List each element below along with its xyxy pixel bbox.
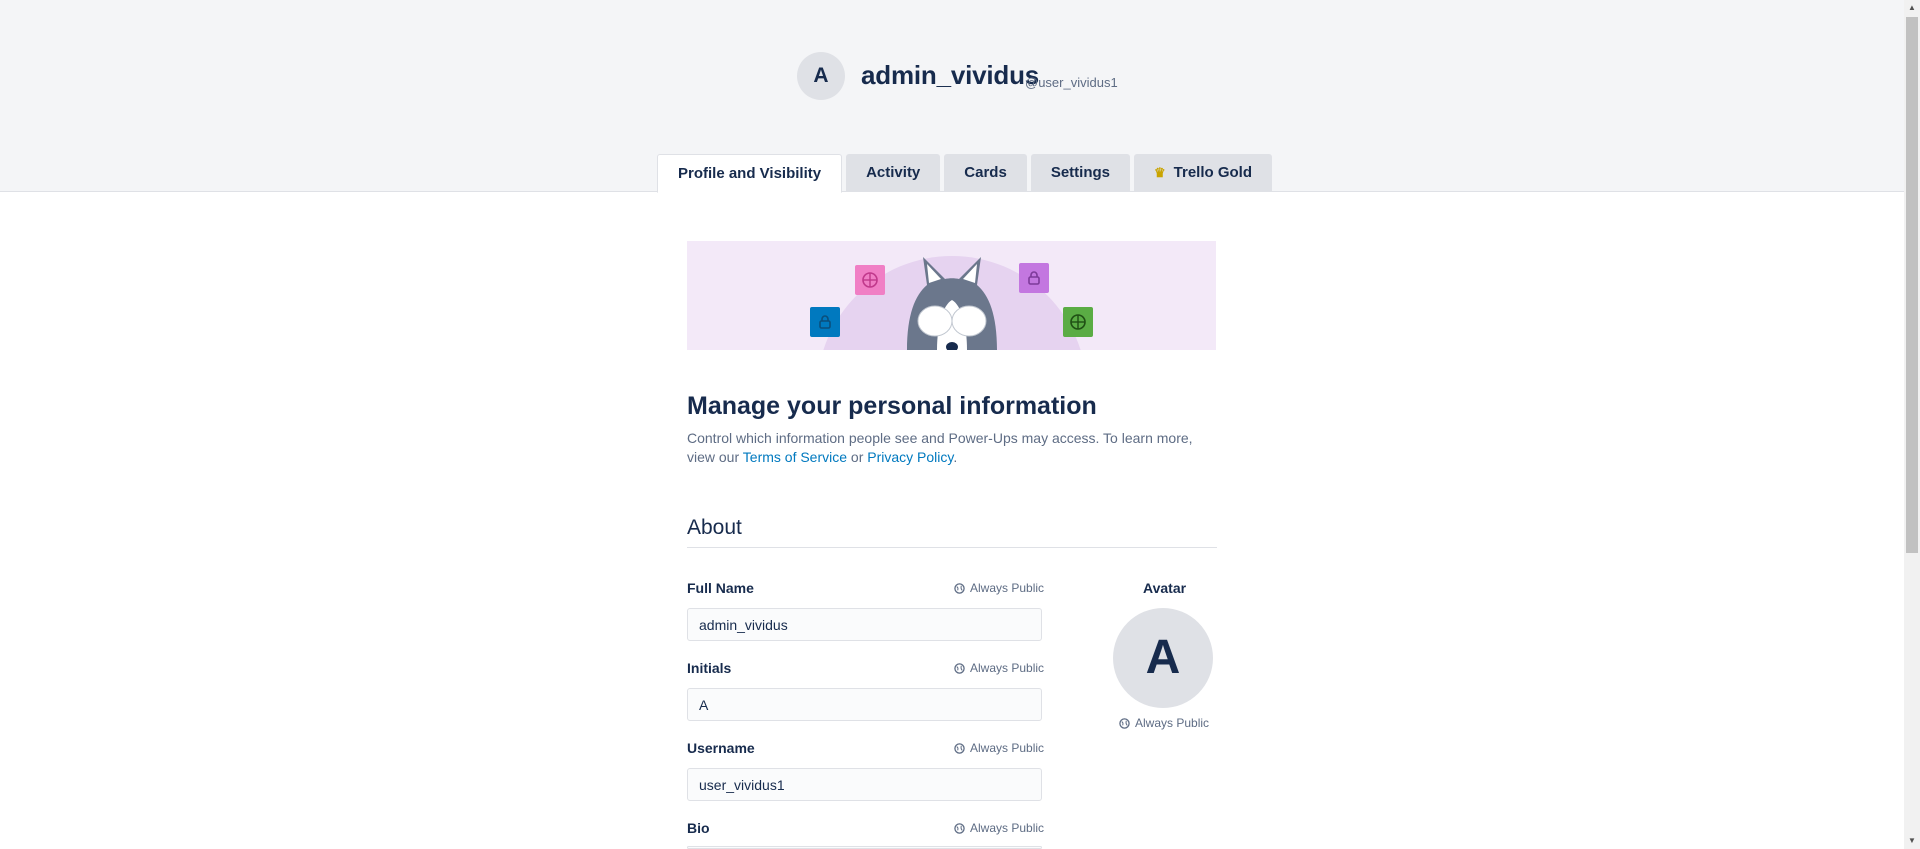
initials-visibility: Always Public: [954, 661, 1044, 675]
tab-activity[interactable]: Activity: [846, 154, 941, 191]
lock-badge-blue-icon: [810, 307, 840, 337]
username-label: Username: [687, 740, 755, 756]
initials-input[interactable]: [687, 688, 1042, 721]
always-public-text: Always Public: [1135, 716, 1210, 730]
bio-label: Bio: [687, 820, 710, 836]
tab-profile-and-visibility[interactable]: Profile and Visibility: [657, 154, 843, 193]
globe-badge-pink-icon: [855, 265, 885, 295]
profile-header: A admin_vividus @user_vividus1 Profile a…: [0, 0, 1904, 193]
header-username: @user_vividus1: [1025, 75, 1118, 90]
avatar-visibility: Always Public: [1119, 716, 1209, 730]
terms-of-service-link[interactable]: Terms of Service: [743, 449, 847, 465]
tab-trello-gold-label: Trello Gold: [1173, 164, 1252, 181]
tab-trello-gold[interactable]: ♛ Trello Gold: [1134, 154, 1272, 191]
username-visibility: Always Public: [954, 741, 1044, 755]
tab-settings[interactable]: Settings: [1030, 154, 1130, 191]
avatar-label: Avatar: [1143, 580, 1187, 596]
globe-badge-green-icon: [1063, 307, 1093, 337]
globe-icon: [954, 822, 965, 834]
tab-cards[interactable]: Cards: [944, 154, 1027, 191]
about-section-title: About: [687, 516, 742, 539]
full-name-label: Full Name: [687, 580, 754, 596]
full-name-visibility: Always Public: [954, 581, 1044, 595]
description-period: .: [953, 449, 958, 465]
globe-icon: [954, 742, 965, 754]
privacy-banner-illustration: [687, 241, 1216, 350]
globe-icon: [954, 662, 965, 674]
username-input[interactable]: [687, 768, 1042, 801]
initials-label: Initials: [687, 660, 732, 676]
profile-tabs: Profile and Visibility Activity Cards Se…: [657, 154, 1276, 193]
lock-badge-purple-icon: [1019, 263, 1049, 293]
scrollbar-thumb[interactable]: [1906, 17, 1918, 553]
always-public-text: Always Public: [970, 821, 1045, 835]
scroll-down-arrow-icon[interactable]: ▼: [1904, 833, 1920, 849]
header-avatar: A: [797, 52, 845, 100]
globe-icon: [1119, 717, 1130, 729]
about-divider: [687, 547, 1217, 548]
page-title: Manage your personal information: [687, 392, 1097, 420]
globe-icon: [954, 582, 965, 594]
husky-mascot-icon: [907, 257, 997, 350]
always-public-text: Always Public: [970, 661, 1045, 675]
always-public-text: Always Public: [970, 581, 1045, 595]
avatar[interactable]: A: [1113, 608, 1213, 708]
crown-icon: ♛: [1154, 165, 1166, 180]
bio-visibility: Always Public: [954, 821, 1044, 835]
page-description: Control which information people see and…: [687, 429, 1222, 467]
scroll-up-arrow-icon[interactable]: ▲: [1904, 0, 1920, 16]
always-public-text: Always Public: [970, 741, 1045, 755]
full-name-input[interactable]: [687, 608, 1042, 641]
description-or: or: [850, 449, 864, 465]
privacy-policy-link[interactable]: Privacy Policy: [867, 449, 953, 465]
header-display-name: admin_vividus: [861, 60, 1040, 90]
